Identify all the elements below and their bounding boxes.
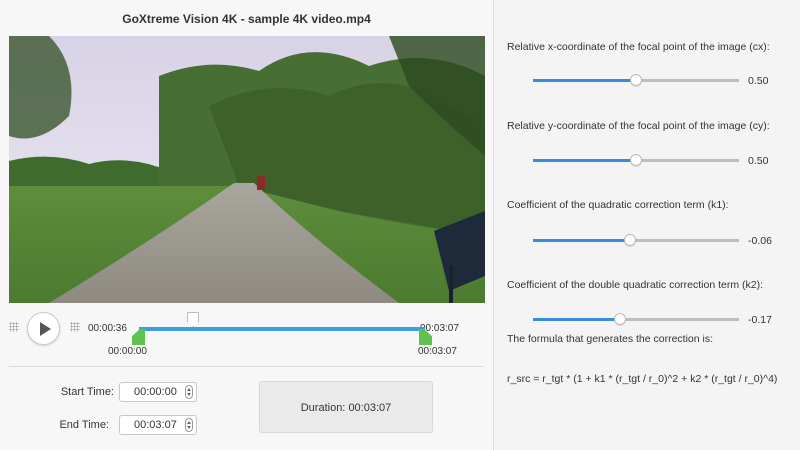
cy-slider[interactable] xyxy=(533,154,739,166)
duration-label: Duration: xyxy=(300,402,346,414)
cy-value: 0.50 xyxy=(748,155,769,167)
video-preview[interactable] xyxy=(9,36,485,303)
start-time-value: 00:00:00 xyxy=(134,386,177,398)
play-icon xyxy=(40,322,51,336)
k1-slider-knob[interactable] xyxy=(624,234,636,246)
cy-slider-fill xyxy=(533,159,636,162)
k1-slider[interactable] xyxy=(533,234,739,246)
spinner-icon[interactable] xyxy=(185,385,193,399)
app-window: GoXtreme Vision 4K - sample 4K video.mp4 xyxy=(0,0,800,450)
player-panel: GoXtreme Vision 4K - sample 4K video.mp4 xyxy=(0,0,493,450)
k1-label: Coefficient of the quadratic correction … xyxy=(507,199,729,211)
grip-icon[interactable] xyxy=(70,322,80,332)
cx-label: Relative x-coordinate of the focal point… xyxy=(507,41,770,53)
correction-panel: Relative x-coordinate of the focal point… xyxy=(494,0,800,450)
k2-value: -0.17 xyxy=(748,314,772,326)
trim-start-handle[interactable] xyxy=(132,329,145,345)
cx-slider-knob[interactable] xyxy=(630,74,642,86)
cx-value: 0.50 xyxy=(748,75,769,87)
playhead-marker[interactable] xyxy=(187,312,199,327)
formula-heading: The formula that generates the correctio… xyxy=(507,333,714,345)
grip-icon[interactable] xyxy=(9,322,19,332)
trim-start-time: 00:00:00 xyxy=(108,346,147,357)
start-time-label: Start Time: xyxy=(60,386,114,398)
spinner-icon[interactable] xyxy=(185,418,193,432)
cx-slider-fill xyxy=(533,79,636,82)
play-button[interactable] xyxy=(27,312,60,345)
window-title: GoXtreme Vision 4K - sample 4K video.mp4 xyxy=(122,12,371,26)
formula-text: r_src = r_tgt * (1 + k1 * (r_tgt / r_0)^… xyxy=(507,373,778,385)
video-frame-image xyxy=(9,36,485,303)
k2-slider-knob[interactable] xyxy=(614,313,626,325)
duration-box: Duration: 00:03:07 xyxy=(259,381,433,433)
k1-slider-fill xyxy=(533,239,630,242)
start-time-field[interactable]: 00:00:00 xyxy=(119,382,197,402)
k1-value: -0.06 xyxy=(748,235,772,247)
k2-slider-fill xyxy=(533,318,620,321)
end-time-field[interactable]: 00:03:07 xyxy=(119,415,197,435)
k2-label: Coefficient of the double quadratic corr… xyxy=(507,279,764,291)
end-time-value: 00:03:07 xyxy=(134,419,177,431)
cy-slider-knob[interactable] xyxy=(630,154,642,166)
cx-slider[interactable] xyxy=(533,74,739,86)
trim-end-time: 00:03:07 xyxy=(418,346,457,357)
timeline-track[interactable] xyxy=(139,327,425,331)
duration-value: 00:03:07 xyxy=(348,402,392,414)
cy-label: Relative y-coordinate of the focal point… xyxy=(507,120,770,132)
end-time-label: End Time: xyxy=(59,419,109,431)
current-time: 00:00:36 xyxy=(88,323,127,334)
k2-slider[interactable] xyxy=(533,313,739,325)
divider xyxy=(9,366,484,367)
